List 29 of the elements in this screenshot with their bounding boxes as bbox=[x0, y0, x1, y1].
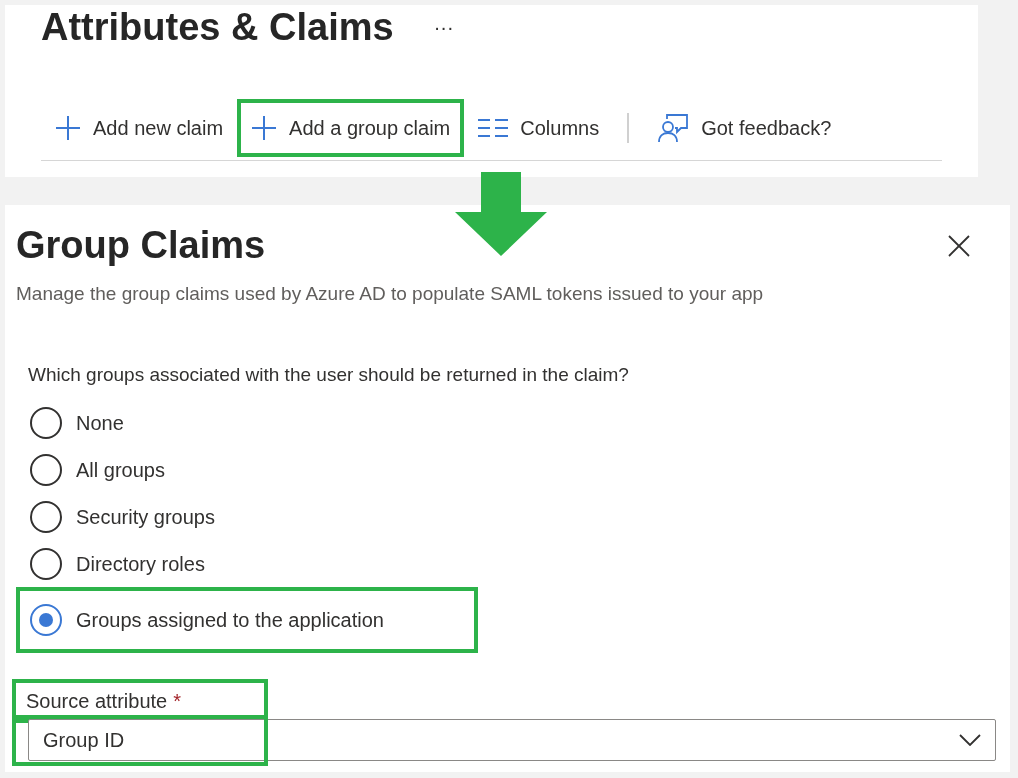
more-button[interactable]: ··· bbox=[433, 12, 454, 42]
radio-label: Groups assigned to the application bbox=[76, 608, 384, 633]
feedback-icon bbox=[657, 112, 690, 143]
radio-button[interactable] bbox=[30, 547, 62, 580]
page-title: Attributes & Claims bbox=[41, 4, 394, 50]
toolbar-button[interactable]: Columns bbox=[464, 98, 614, 157]
plus-icon bbox=[251, 114, 278, 141]
panel-title: Group Claims bbox=[16, 223, 266, 268]
close-icon bbox=[948, 234, 970, 257]
chevron-down-icon bbox=[959, 734, 981, 746]
plus-icon bbox=[55, 114, 81, 141]
toolbar-button[interactable]: Got feedback? bbox=[643, 98, 846, 157]
source-attribute-dropdown[interactable]: Group ID bbox=[28, 719, 996, 761]
columns-icon bbox=[478, 117, 509, 138]
panel-description: Manage the group claims used by Azure AD to populate SAML tokens issued to your app bbox=[16, 282, 765, 306]
radio-label: None bbox=[76, 410, 124, 436]
down-arrow-icon bbox=[455, 172, 547, 256]
radio-label: Security groups bbox=[76, 504, 215, 530]
required-asterisk: * bbox=[173, 689, 181, 714]
radio-button[interactable] bbox=[30, 453, 62, 486]
radio-label: Directory roles bbox=[76, 551, 205, 577]
field-label: Source attribute bbox=[26, 689, 168, 714]
radio-button[interactable] bbox=[30, 604, 62, 636]
question-text: Which groups associated with the user should be returned in the claim? bbox=[28, 362, 630, 387]
radio-button[interactable] bbox=[30, 500, 62, 533]
radio-label: All groups bbox=[76, 457, 165, 483]
toolbar-button[interactable]: Add new claim bbox=[41, 98, 238, 157]
radio-button[interactable] bbox=[30, 406, 62, 439]
toolbar-button[interactable]: Add a group claim bbox=[237, 98, 465, 157]
